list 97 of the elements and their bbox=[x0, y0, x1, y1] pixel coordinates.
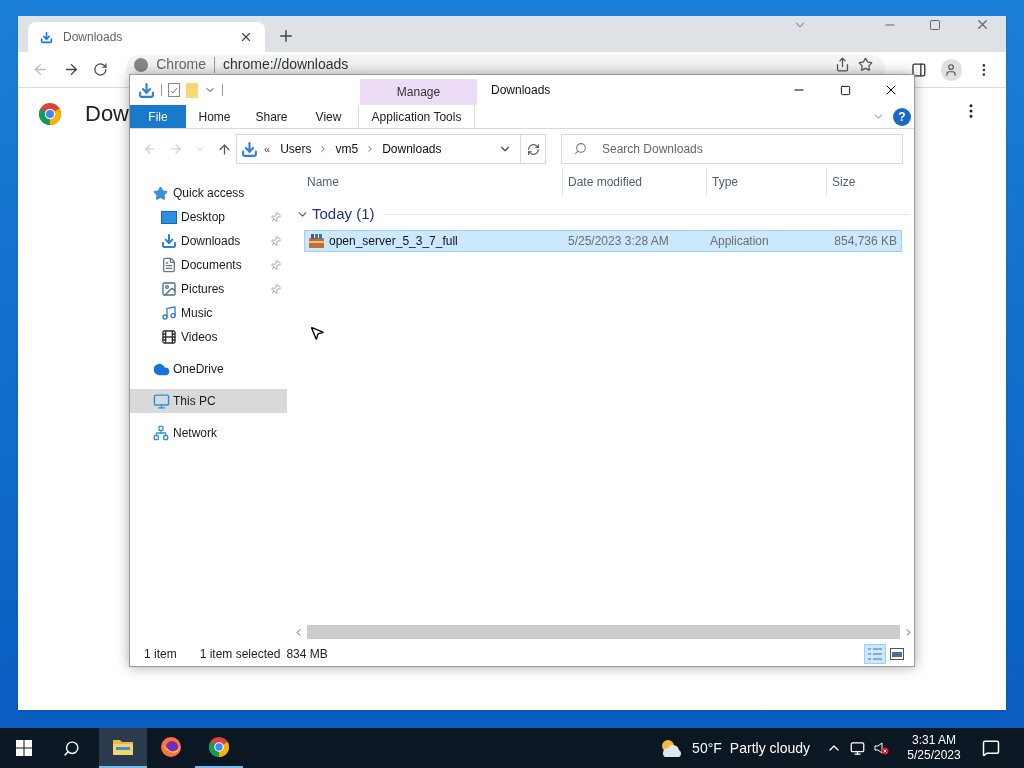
context-group-header: Manage bbox=[360, 79, 477, 105]
star-icon bbox=[153, 185, 168, 201]
nav-label: Desktop bbox=[181, 209, 226, 226]
page-heading: Dow bbox=[85, 102, 129, 126]
url-text: chrome://downloads bbox=[223, 55, 350, 74]
browser-tab[interactable]: Downloads bbox=[28, 22, 265, 52]
address-bar[interactable]: Chrome chrome://downloads bbox=[126, 55, 885, 74]
side-panel-icon[interactable] bbox=[910, 61, 927, 78]
column-header[interactable]: Name bbox=[300, 168, 562, 196]
nav-label: Downloads bbox=[181, 233, 241, 250]
search-icon bbox=[574, 142, 587, 155]
up-icon[interactable] bbox=[217, 141, 232, 157]
nav-label: Documents bbox=[181, 257, 242, 274]
date-cell-text: 5/25/2023 3:28 AM bbox=[567, 233, 670, 250]
tab-title: Downloads bbox=[63, 29, 124, 46]
search-field[interactable]: Search Downloads bbox=[561, 134, 903, 164]
taskbar-app[interactable] bbox=[99, 728, 147, 768]
weather-condition: Partly cloudy bbox=[729, 738, 810, 758]
column-header[interactable]: Size bbox=[826, 168, 906, 196]
nav-item[interactable]: Pictures bbox=[130, 277, 287, 301]
reload-icon[interactable] bbox=[93, 62, 109, 77]
network-icon bbox=[153, 425, 169, 441]
document-icon bbox=[161, 257, 177, 273]
nav-label: This PC bbox=[173, 393, 216, 410]
column-header[interactable]: Date modified bbox=[562, 168, 706, 196]
ribbon-tab[interactable]: File bbox=[130, 105, 186, 128]
nav-item[interactable]: OneDrive bbox=[130, 357, 287, 381]
bookmark-icon[interactable] bbox=[857, 57, 873, 72]
download-icon bbox=[138, 81, 155, 99]
breadcrumb-item[interactable]: vm5 bbox=[335, 140, 359, 158]
ribbon-tab[interactable]: View bbox=[300, 105, 357, 128]
horizontal-scrollbar[interactable] bbox=[293, 624, 914, 640]
share-icon[interactable] bbox=[834, 57, 850, 72]
new-tab-icon[interactable] bbox=[277, 27, 295, 45]
nav-item[interactable]: Downloads bbox=[130, 229, 287, 253]
weather-icon bbox=[659, 737, 684, 759]
folder-icon bbox=[112, 738, 134, 756]
profile-icon[interactable] bbox=[940, 58, 963, 81]
temperature: 50°F bbox=[692, 738, 722, 758]
ribbon-tab[interactable]: Share bbox=[243, 105, 300, 128]
file-name: open_server_5_3_7_full bbox=[329, 233, 458, 250]
notifications-icon[interactable] bbox=[982, 739, 1000, 757]
desktop-icon bbox=[161, 210, 177, 224]
download-icon bbox=[40, 30, 53, 44]
muted-speaker-icon[interactable] bbox=[873, 740, 889, 756]
selection-size: 834 MB bbox=[286, 646, 328, 663]
size-cell-text: 854,736 KB bbox=[833, 233, 898, 250]
nav-item[interactable]: Network bbox=[130, 421, 287, 445]
film-icon bbox=[161, 329, 177, 345]
group-header: Today (1) bbox=[312, 203, 375, 224]
window-title: Downloads bbox=[491, 82, 552, 99]
checklist-icon[interactable] bbox=[168, 83, 180, 97]
overflow-icon: « bbox=[264, 140, 271, 158]
nav-label: Music bbox=[181, 305, 213, 322]
download-icon bbox=[161, 233, 177, 249]
ribbon-tab[interactable]: Application Tools bbox=[358, 105, 475, 128]
nav-label: Network bbox=[173, 425, 217, 442]
download-icon bbox=[241, 140, 258, 158]
column-header[interactable]: Type bbox=[706, 168, 826, 196]
music-note-icon bbox=[161, 305, 177, 321]
monitor-icon bbox=[153, 392, 170, 410]
help-icon[interactable]: ? bbox=[893, 107, 911, 126]
search-icon[interactable] bbox=[63, 739, 80, 757]
selection-status: 1 item selected bbox=[199, 646, 281, 663]
tricolor-circle-icon bbox=[38, 102, 62, 126]
close-icon[interactable] bbox=[239, 30, 253, 44]
site-icon bbox=[134, 57, 149, 72]
clock-date: 5/25/2023 bbox=[907, 748, 961, 763]
nav-label: OneDrive bbox=[173, 361, 224, 378]
breadcrumb-item[interactable]: Users bbox=[280, 140, 312, 158]
nav-item[interactable]: Documents bbox=[130, 253, 287, 277]
ribbon-tab[interactable]: Home bbox=[186, 105, 243, 128]
nav-item[interactable]: Quick access bbox=[130, 181, 287, 205]
nav-item[interactable]: This PC bbox=[130, 389, 287, 413]
archive-icon bbox=[309, 234, 324, 248]
item-count: 1 item bbox=[144, 646, 177, 663]
refresh-icon bbox=[526, 142, 540, 156]
maximize-icon[interactable] bbox=[839, 84, 851, 96]
breadcrumb-item[interactable]: Downloads bbox=[382, 140, 442, 158]
site-label: Chrome bbox=[156, 55, 207, 74]
network-icon[interactable] bbox=[850, 740, 865, 756]
nav-label: Quick access bbox=[173, 185, 245, 202]
file-row[interactable]: open_server_5_3_7_full 5/25/2023 3:28 AM Application 854,736 KB bbox=[304, 230, 902, 252]
nav-item[interactable]: Music bbox=[130, 301, 287, 325]
nav-item[interactable]: Desktop bbox=[130, 205, 287, 229]
start-icon[interactable] bbox=[16, 740, 32, 756]
pointer-icon bbox=[309, 325, 325, 341]
address-field[interactable]: « Users vm5 Downloads bbox=[236, 134, 546, 164]
tricolor-circle-icon bbox=[208, 736, 230, 758]
picture-icon bbox=[161, 281, 177, 297]
nav-label: Pictures bbox=[181, 281, 225, 298]
nav-label: Videos bbox=[181, 329, 218, 346]
nav-item[interactable]: Videos bbox=[130, 325, 287, 349]
clock-time: 3:31 AM bbox=[912, 733, 956, 748]
clock[interactable]: 3:31 AM 5/25/2023 bbox=[901, 733, 967, 763]
type-cell-text: Application bbox=[709, 233, 770, 250]
globe-fox-icon bbox=[160, 736, 182, 758]
